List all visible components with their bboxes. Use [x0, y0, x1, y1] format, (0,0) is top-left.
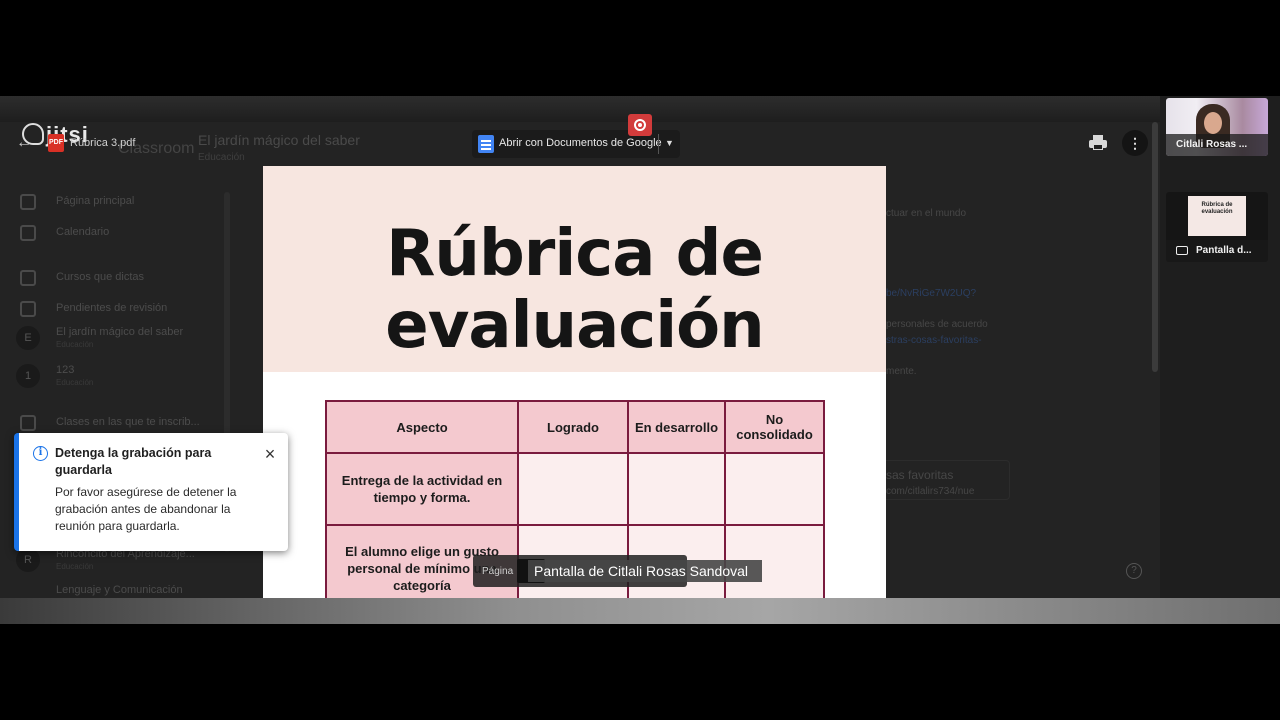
recording-indicator-icon: [628, 114, 652, 136]
avatar: E: [16, 326, 40, 350]
screen-share-icon: [1176, 246, 1188, 255]
material-card-title: sas favoritas: [886, 468, 954, 482]
screen-share-tile[interactable]: Rúbrica de evaluación Pantalla d...: [1166, 192, 1268, 262]
jitsi-mark-icon: [22, 123, 44, 145]
document-title-line: evaluación: [385, 289, 764, 363]
stream-link[interactable]: stras-cosas-favoritas-: [886, 335, 982, 346]
stream-text: mente.: [886, 366, 917, 377]
avatar: 1: [16, 364, 40, 388]
column-header: Logrado: [517, 400, 629, 454]
home-icon: [20, 194, 36, 210]
stream-link[interactable]: be/NvRiGe7W2UQ?: [886, 288, 976, 299]
notification-body: Por favor asegúrese de detener la grabac…: [55, 485, 237, 533]
recording-notification: i Detenga la grabación para guardarla Po…: [14, 433, 288, 551]
sidebar-item-label: 123: [56, 364, 75, 376]
sidebar-item-label: Página principal: [56, 195, 135, 207]
material-card-url: com/citlalirs734/nue: [886, 486, 975, 497]
sidebar-item-class-123[interactable]: 1 123 Educación: [0, 362, 220, 392]
sidebar-item-sub: Educación: [56, 340, 94, 349]
column-header: No consolidado: [724, 400, 825, 454]
google-docs-icon: [478, 135, 494, 153]
pdf-file-icon: PDF: [48, 134, 64, 152]
avatar: R: [16, 548, 40, 572]
sidebar-item-teaching[interactable]: Cursos que dictas: [0, 264, 220, 294]
sidebar-item-label: Pendientes de revisión: [56, 302, 168, 314]
participant-strip: Citlali Rosas ... Rúbrica de evaluación …: [1160, 96, 1280, 624]
participant-name: Pantalla d...: [1166, 240, 1268, 262]
open-with-label: Abrir con Documentos de Google: [499, 137, 662, 149]
sidebar-item-to-review[interactable]: Pendientes de revisión: [0, 295, 220, 325]
sidebar-item-label: Clases en las que te inscrib...: [56, 416, 200, 428]
table-cell-aspect: Entrega de la actividad en tiempo y form…: [325, 452, 519, 526]
sidebar-item-class-jardin[interactable]: E El jardín mágico del saber Educación: [0, 324, 220, 354]
sidebar-item-label: Cursos que dictas: [56, 271, 145, 283]
table-header-row: Aspecto Logrado En desarrollo No consoli…: [325, 400, 825, 454]
participant-tile[interactable]: Citlali Rosas ...: [1166, 98, 1268, 156]
participant-name: Citlali Rosas ...: [1166, 134, 1268, 156]
table-row: Entrega de la actividad en tiempo y form…: [325, 452, 825, 526]
school-icon: [20, 415, 36, 431]
people-icon: [20, 270, 36, 286]
pdf-page: Rúbrica de evaluación Aspecto Logrado En…: [263, 166, 886, 598]
document-title: Rúbrica de evaluación: [263, 218, 886, 362]
table-cell: [724, 452, 825, 526]
sidebar-item-calendar[interactable]: Calendario: [0, 219, 220, 249]
column-header: En desarrollo: [627, 400, 726, 454]
sidebar-item-label: El jardín mágico del saber: [56, 326, 184, 338]
table-cell: [627, 452, 726, 526]
pdf-viewer-toolbar: ← jitsi PDF Rúbrica 3.pdf Abrir con Docu…: [0, 122, 1160, 166]
sidebar-item-home[interactable]: Página principal: [0, 188, 220, 218]
meeting-window: Classroom El jardín mágico del saber Edu…: [0, 0, 1280, 720]
document-title-line: Rúbrica de: [386, 217, 764, 291]
chevron-down-icon[interactable]: ▼: [665, 138, 674, 148]
stream-text: personales de acuerdo: [886, 319, 988, 330]
sidebar-item-label: Calendario: [56, 226, 110, 238]
screen-share-thumbnail: Rúbrica de evaluación: [1188, 196, 1246, 236]
table-cell: [517, 452, 629, 526]
thumbnail-text: Rúbrica de evaluación: [1201, 202, 1233, 215]
close-icon[interactable]: ×: [261, 445, 279, 464]
sidebar-item-sub: Educación: [56, 378, 94, 387]
screen-share-caption: Pantalla de Citlali Rosas Sandoval: [528, 560, 763, 582]
sidebar-item-sub: Educación: [56, 562, 94, 571]
info-icon: i: [33, 446, 48, 461]
screen-bottom-edge: [0, 598, 1280, 624]
page-label: Página: [482, 566, 514, 577]
stream-text: ctuar en el mundo: [886, 208, 967, 219]
sidebar-item-label: Lenguaje y Comunicación: [56, 584, 183, 596]
column-header: Aspecto: [325, 400, 519, 454]
more-vert-icon[interactable]: ⋮: [1122, 130, 1148, 156]
help-icon[interactable]: ?: [1126, 563, 1142, 579]
screen-top-edge: [0, 96, 1160, 122]
folder-icon: [20, 301, 36, 317]
calendar-icon: [20, 225, 36, 241]
pdf-file-name: Rúbrica 3.pdf: [70, 137, 136, 149]
notification-title: Detenga la grabación para guardarla: [55, 446, 212, 477]
button-divider: [658, 134, 659, 154]
print-icon[interactable]: [1089, 135, 1107, 151]
